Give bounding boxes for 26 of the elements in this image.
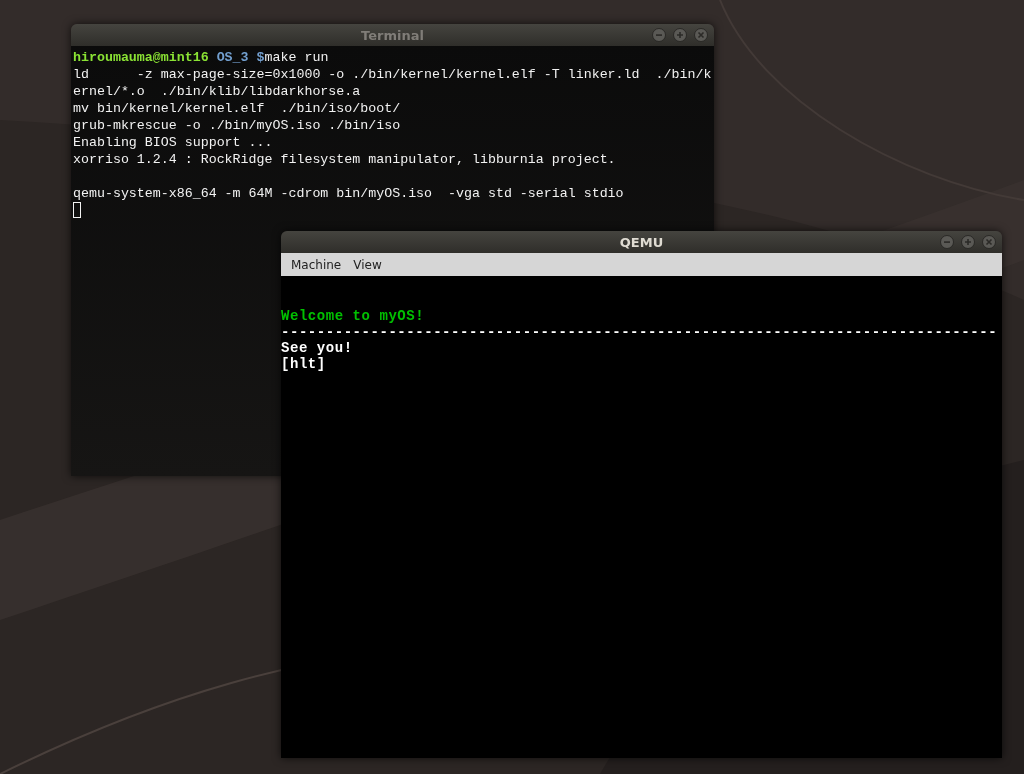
close-icon[interactable] (982, 235, 996, 249)
output-line: grub-mkrescue -o ./bin/myOS.iso ./bin/iso (73, 117, 402, 134)
close-icon[interactable] (694, 28, 708, 42)
prompt-user: hiroumauma@mint16 (73, 50, 209, 65)
screen-line: Welcome to myOS! (281, 308, 425, 324)
prompt-path: OS_3 (216, 50, 249, 65)
prompt-symbol: $ (256, 50, 265, 65)
menu-item[interactable]: View (347, 257, 388, 272)
window-title: Terminal (361, 27, 424, 43)
output-line: qemu-system-x86_64 -m 64M -cdrom bin/myOS.iso -vga std -serial stdio (73, 185, 625, 202)
menu-item[interactable]: Machine (285, 257, 348, 272)
minimize-icon[interactable] (652, 28, 666, 42)
output-line: mv bin/kernel/kernel.elf ./bin/iso/boot/ (73, 100, 402, 117)
window-title: QEMU (619, 234, 664, 250)
output-line: xorriso 1.2.4 : RockRidge filesystem manipulator, libburnia project. (73, 151, 617, 168)
maximize-icon[interactable] (673, 28, 687, 42)
screen-line: See you! (281, 340, 353, 356)
maximize-icon[interactable] (961, 235, 975, 249)
minimize-icon[interactable] (940, 235, 954, 249)
command-text: make run (264, 50, 329, 65)
output-line: ld -z max-page-size=0x1000 -o ./bin/kernel/kernel.elf -T linker.ld ./bin/k (73, 66, 712, 83)
screen-line: [hlt] (281, 356, 326, 372)
output-line: ernel/*.o ./bin/klib/libdarkhorse.a (73, 83, 362, 100)
screen-line: -------------------------------------------------------------------------------- (281, 324, 998, 340)
output-line: Enabling BIOS support ... (73, 134, 274, 151)
cursor-icon (73, 202, 81, 218)
